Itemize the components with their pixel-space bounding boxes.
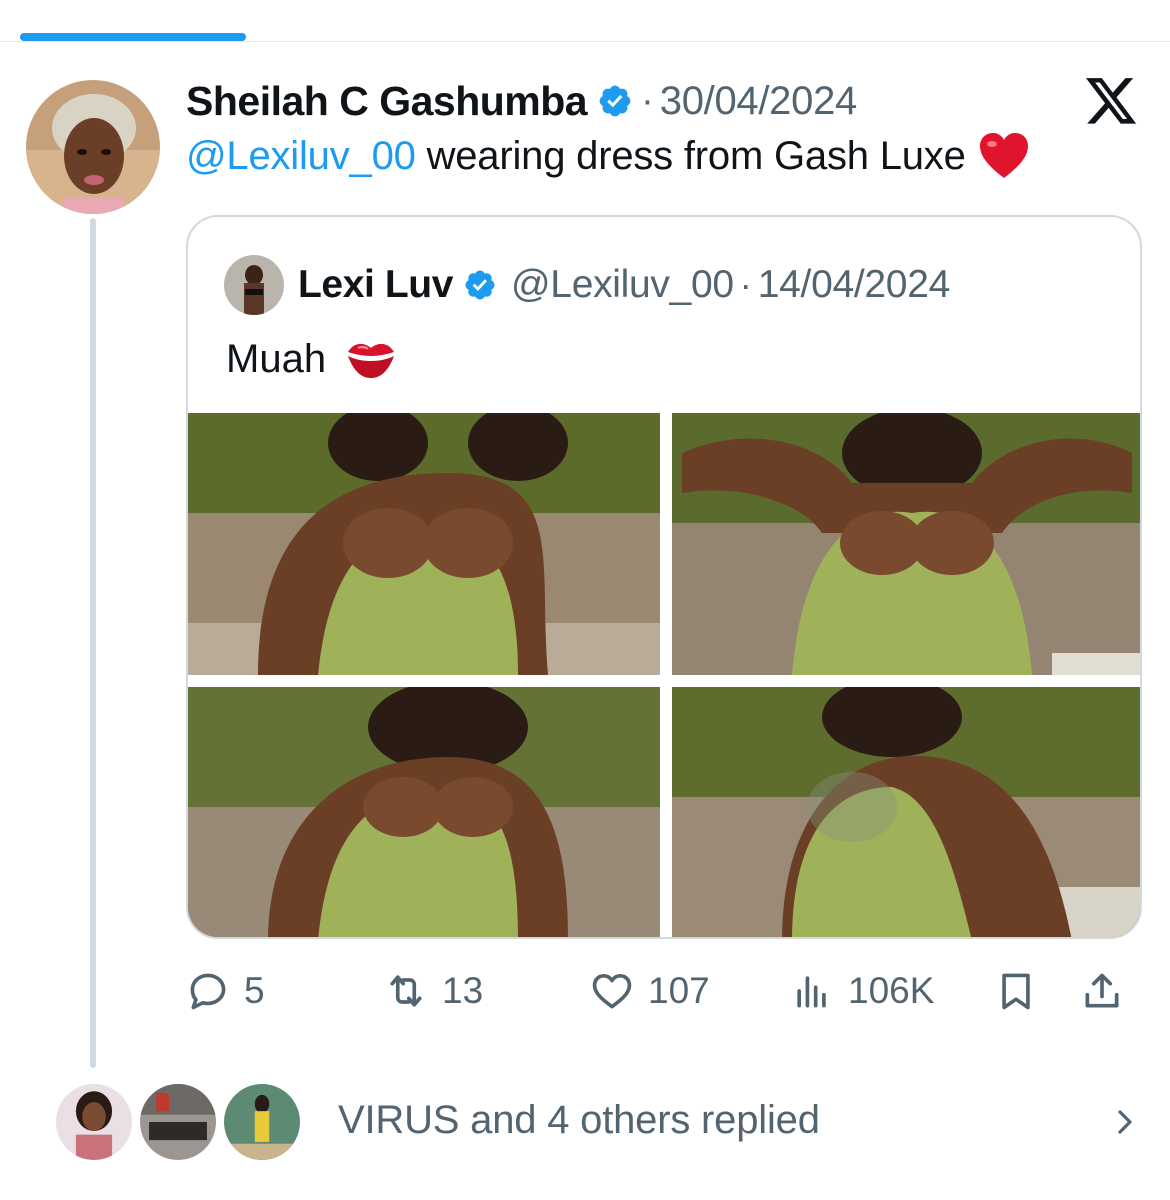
bookmark-button[interactable] <box>994 962 1038 1020</box>
replier-avatar-1 <box>52 1080 136 1164</box>
photo-4[interactable] <box>672 687 1140 937</box>
retweet-button[interactable]: 13 <box>384 962 483 1020</box>
replied-summary-text: VIRUS and 4 others replied <box>338 1098 820 1142</box>
chevron-right-icon[interactable] <box>1110 1102 1140 1142</box>
quote-author-avatar[interactable] <box>224 255 284 315</box>
reply-count: 5 <box>244 970 265 1011</box>
quote-author-handle[interactable]: @Lexiluv_00 <box>511 263 734 307</box>
bookmark-icon <box>1002 973 1030 1010</box>
photo-1[interactable] <box>188 413 660 675</box>
quote-text: Muah <box>226 337 398 382</box>
replied-summary-row[interactable]: VIRUS and 4 others replied <box>52 1078 1152 1168</box>
active-tab-indicator <box>20 33 246 41</box>
author-name[interactable]: Sheilah C Gashumba <box>186 78 588 125</box>
verified-badge-icon[interactable] <box>597 83 633 119</box>
quote-header: Lexi Luv @Lexiluv_00 · 14/04/2024 <box>224 255 950 315</box>
top-tab-bar <box>0 0 1170 42</box>
retweet-icon <box>390 975 422 1007</box>
author-avatar[interactable] <box>26 80 160 214</box>
retweet-count: 13 <box>442 970 484 1011</box>
reply-icon <box>190 973 226 1010</box>
share-upload-icon <box>1085 973 1119 1008</box>
reply-button[interactable]: 5 <box>186 962 265 1020</box>
like-heart-icon <box>592 973 632 1009</box>
tweet-text: @Lexiluv_00 wearing dress from Gash Luxe <box>186 132 1030 180</box>
share-button[interactable] <box>1080 962 1124 1020</box>
kiss-mark-emoji-icon <box>348 343 395 378</box>
tweet-body-text: wearing dress from Gash Luxe <box>415 133 966 178</box>
like-count: 107 <box>648 970 710 1011</box>
red-heart-emoji-icon <box>979 133 1028 178</box>
quote-body-text: Muah <box>226 337 327 381</box>
tweet-action-bar: 5 13 107 106K <box>186 962 1146 1020</box>
mention-link[interactable]: @Lexiluv_00 <box>186 134 416 179</box>
photo-2[interactable] <box>672 413 1140 675</box>
separator-dot: · <box>641 79 654 122</box>
tweet-author-row: Sheilah C Gashumba · 30/04/2024 <box>186 76 857 126</box>
photo-3[interactable] <box>188 687 660 937</box>
quote-author-name[interactable]: Lexi Luv <box>298 263 453 307</box>
thread-connector-line <box>90 218 96 1068</box>
quote-verified-badge-icon[interactable] <box>463 268 497 302</box>
like-button[interactable]: 107 <box>590 962 710 1020</box>
quote-date[interactable]: 14/04/2024 <box>758 263 951 307</box>
replier-avatar-2 <box>136 1080 220 1164</box>
media-grid <box>188 413 1140 937</box>
views-count: 106K <box>848 970 935 1011</box>
views-chart-icon <box>797 976 826 1008</box>
x-logo-icon <box>1086 78 1137 124</box>
replier-avatar-3 <box>220 1080 304 1164</box>
tweet-date[interactable]: 30/04/2024 <box>660 79 858 124</box>
views-button[interactable]: 106K <box>790 962 934 1020</box>
quoted-tweet-card[interactable]: Lexi Luv @Lexiluv_00 · 14/04/2024 Muah <box>186 215 1142 939</box>
quote-separator-dot: · <box>739 264 752 305</box>
